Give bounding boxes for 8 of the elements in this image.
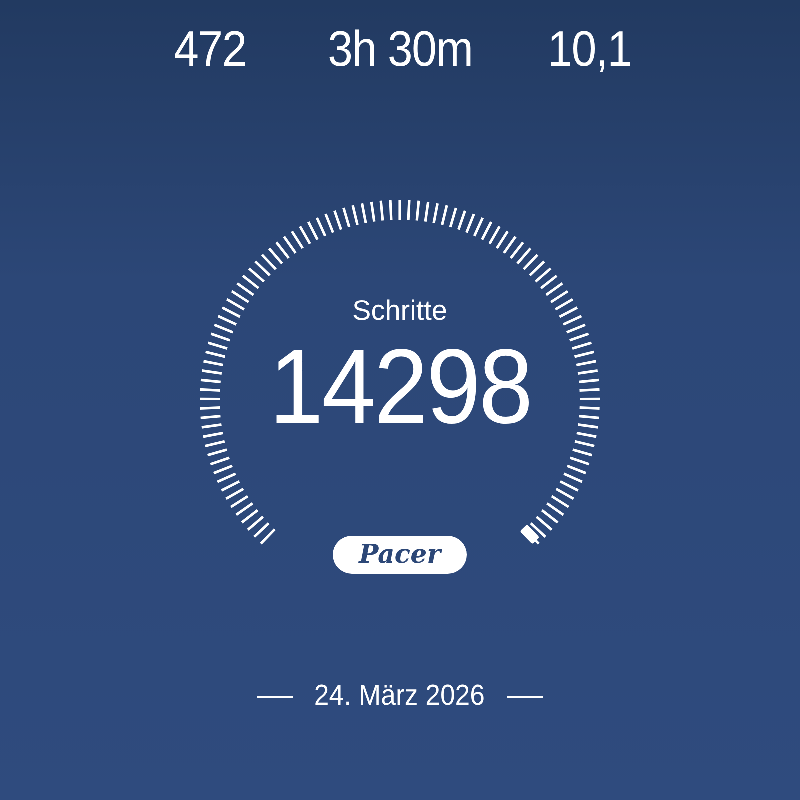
date-label: 24. März 2026 xyxy=(314,680,486,713)
stat-value: 10,1 xyxy=(548,20,632,78)
stat-value: 472 xyxy=(174,20,246,78)
gauge-label: Schritte xyxy=(352,295,448,327)
logo-badge: Pacer xyxy=(333,536,467,574)
stat-value: 3h 30m xyxy=(328,20,472,78)
progress-marker xyxy=(520,524,540,544)
step-count: 14298 xyxy=(269,335,531,439)
